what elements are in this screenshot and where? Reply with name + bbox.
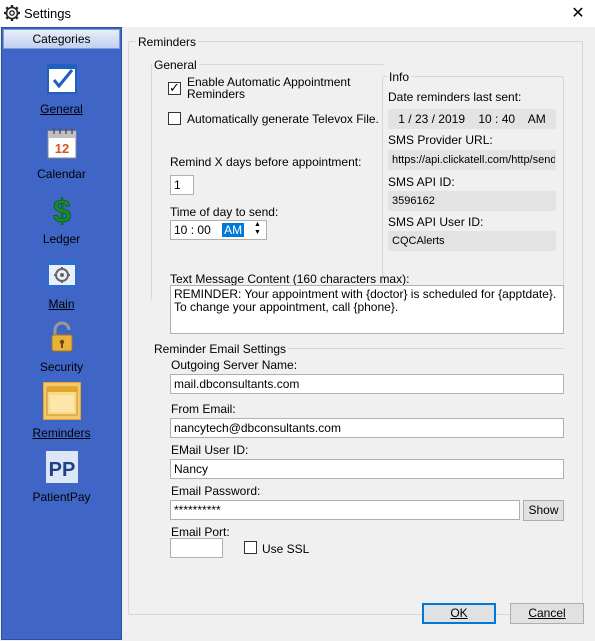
title-bar: Settings ✕ (0, 0, 595, 27)
checklist-icon (46, 64, 77, 94)
spin-down-icon[interactable]: ▼ (254, 229, 264, 237)
password-input[interactable]: ********** (170, 500, 520, 520)
email-group-title: Reminder Email Settings (152, 342, 289, 356)
sidebar-item-reminders[interactable]: Reminders (2, 382, 121, 440)
sidebar-item-label: Main (48, 297, 75, 311)
svg-text:12: 12 (54, 141, 68, 156)
categories-header: Categories (3, 29, 120, 49)
sidebar-item-label: General (40, 102, 83, 116)
cancel-label: Cancel (528, 606, 566, 620)
cancel-button[interactable]: Cancel (510, 603, 584, 624)
sidebar-item-security[interactable]: Security (2, 320, 121, 374)
show-password-button[interactable]: Show (523, 500, 564, 521)
reminders-group-title: Reminders (136, 35, 199, 49)
port-input[interactable] (170, 538, 223, 558)
password-label: Email Password: (171, 484, 261, 498)
main-panel: Reminders General Enable Automatic Appoi… (123, 27, 595, 641)
sms-api-id-value: 3596162 (388, 191, 556, 211)
sidebar-item-main[interactable]: Main (2, 257, 121, 311)
time-hour[interactable]: 10 (174, 223, 187, 237)
sms-api-id-label: SMS API ID: (388, 175, 455, 189)
server-input[interactable]: mail.dbconsultants.com (170, 374, 564, 394)
message-label: Text Message Content (160 characters max… (170, 272, 410, 286)
remind-days-input[interactable]: 1 (170, 175, 194, 195)
window-title: Settings (24, 6, 71, 21)
time-label: Time of day to send: (170, 205, 279, 219)
remind-days-label: Remind X days before appointment: (170, 155, 362, 169)
time-ampm[interactable]: AM (222, 223, 245, 237)
categories-sidebar: Categories General 12 Calendar $ Ledger (1, 27, 122, 640)
patientpay-logo-icon: PP (45, 451, 78, 483)
sidebar-item-label: Reminders (32, 426, 91, 440)
port-label: Email Port: (171, 525, 230, 539)
dollar-icon: $ (52, 193, 71, 226)
time-picker[interactable]: 10 : 00 AM ▲ ▼ (170, 220, 267, 240)
from-input[interactable]: nancytech@dbconsultants.com (170, 418, 564, 438)
sidebar-item-label: Ledger (42, 232, 81, 246)
gear-icon (4, 5, 20, 21)
time-spinner[interactable]: ▲ ▼ (254, 221, 264, 237)
svg-text:$: $ (53, 193, 71, 226)
auto-reminders-checkbox[interactable] (168, 80, 181, 96)
last-sent-label: Date reminders last sent: (388, 90, 522, 104)
from-label: From Email: (171, 402, 236, 416)
ok-button[interactable]: OK (422, 603, 496, 624)
time-separator: : (190, 223, 195, 237)
sidebar-item-patientpay[interactable]: PP PatientPay (2, 450, 121, 504)
sidebar-item-label: Calendar (37, 167, 86, 181)
ok-label: OK (450, 606, 468, 620)
sms-user-value: CQCAlerts (388, 231, 556, 251)
auto-reminders-label: Enable Automatic Appointment Reminders (187, 75, 351, 101)
general-group-title: General (152, 58, 199, 72)
sidebar-item-calendar[interactable]: 12 Calendar (2, 127, 121, 181)
server-label: Outgoing Server Name: (171, 358, 298, 372)
sidebar-item-label: PatientPay (32, 490, 91, 504)
ssl-label: Use SSL (262, 542, 310, 556)
calendar-icon: 12 (47, 128, 76, 159)
ssl-checkbox[interactable] (244, 541, 257, 554)
svg-text:PP: PP (48, 459, 75, 481)
close-icon[interactable]: ✕ (569, 3, 587, 22)
user-label: EMail User ID: (171, 443, 249, 457)
note-icon (46, 386, 77, 416)
user-input[interactable]: Nancy (170, 459, 564, 479)
televox-label: Automatically generate Televox File. (187, 112, 379, 126)
sms-url-label: SMS Provider URL: (388, 133, 493, 147)
televox-checkbox[interactable] (168, 112, 181, 125)
sidebar-item-label: Security (39, 360, 84, 374)
padlock-icon (51, 321, 72, 352)
selected-highlight (42, 382, 81, 420)
sms-url-value: https://api.clickatell.com/http/send (388, 150, 556, 170)
window-gear-icon (46, 261, 77, 287)
message-textarea[interactable]: REMINDER: Your appointment with {doctor}… (170, 285, 564, 334)
time-minute[interactable]: 00 (197, 223, 210, 237)
last-sent-value: 1 / 23 / 2019 10 : 40 AM (388, 109, 556, 129)
sidebar-item-ledger[interactable]: $ Ledger (2, 192, 121, 246)
info-group-title: Info (387, 70, 412, 84)
sms-user-label: SMS API User ID: (388, 215, 484, 229)
spin-up-icon[interactable]: ▲ (254, 221, 264, 229)
sidebar-item-general[interactable]: General (2, 62, 121, 116)
